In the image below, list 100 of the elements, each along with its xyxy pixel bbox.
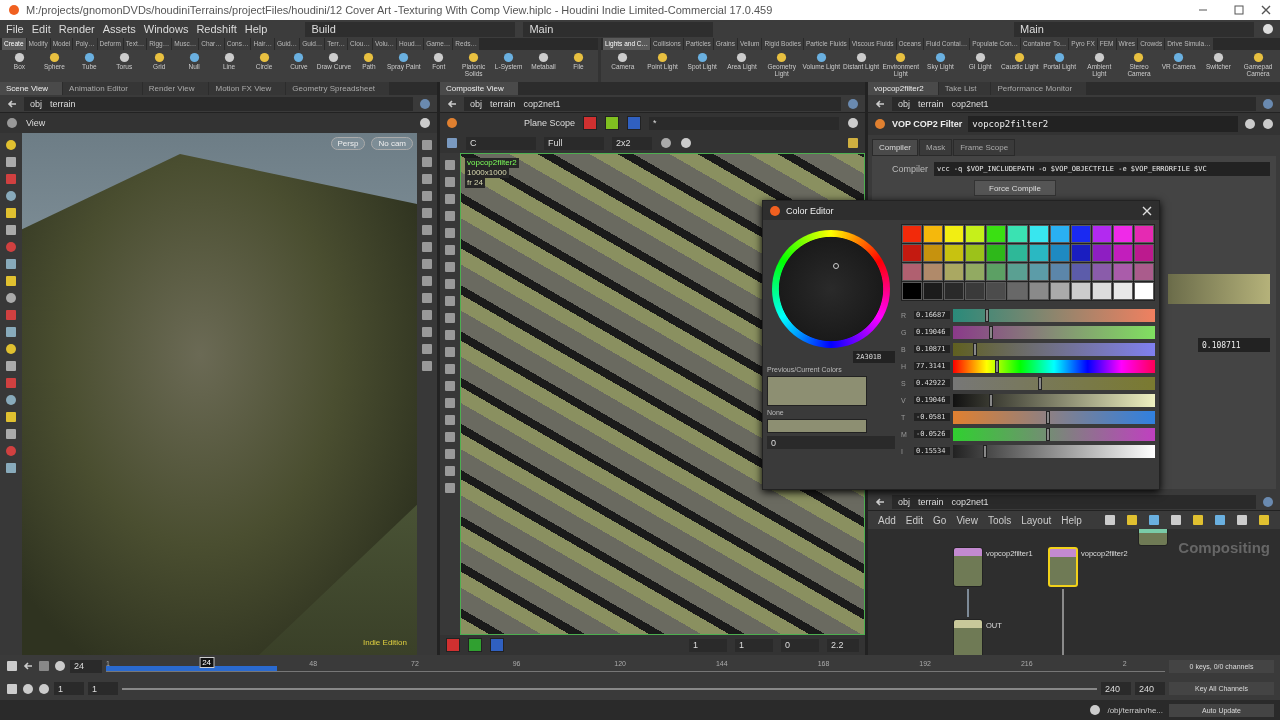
shelf-tool-icon[interactable]: [188, 52, 200, 63]
menu-item[interactable]: Help: [244, 23, 268, 35]
channel-slider[interactable]: [953, 359, 1155, 373]
tool-icon[interactable]: [5, 462, 17, 474]
color-patch[interactable]: [767, 419, 867, 433]
tool-icon[interactable]: [444, 431, 456, 443]
viewer-field[interactable]: 2.2: [827, 638, 859, 652]
channel-slider[interactable]: [953, 410, 1155, 424]
color-swatch[interactable]: [1091, 282, 1112, 300]
tool-icon[interactable]: [444, 278, 456, 290]
channel-slider[interactable]: [953, 325, 1155, 339]
tool-icon[interactable]: [444, 210, 456, 222]
color-swatch[interactable]: [1091, 244, 1112, 262]
color-swatch[interactable]: [1112, 263, 1133, 281]
slider-thumb[interactable]: [1045, 427, 1050, 441]
shelf-tool-icon[interactable]: [1054, 52, 1066, 63]
tool-icon[interactable]: [444, 380, 456, 392]
tool-icon[interactable]: [5, 292, 17, 304]
shelf-tool-icon[interactable]: [934, 52, 946, 63]
menu-item[interactable]: File: [6, 23, 24, 35]
tool-icon[interactable]: [1104, 514, 1116, 526]
shelf-tool-icon[interactable]: [363, 52, 375, 63]
tool-icon[interactable]: [847, 137, 859, 149]
tool-icon[interactable]: [5, 343, 17, 355]
pane-tab[interactable]: Animation Editor: [63, 82, 142, 95]
path-crumb[interactable]: obj: [470, 98, 482, 109]
channel-slider[interactable]: [953, 308, 1155, 322]
network-menu-item[interactable]: Add: [878, 514, 896, 526]
tool-icon[interactable]: [1148, 514, 1160, 526]
slider-thumb[interactable]: [1037, 376, 1042, 390]
color-swatch[interactable]: [1007, 263, 1028, 281]
color-swatch[interactable]: [986, 263, 1007, 281]
color-swatch[interactable]: [944, 263, 965, 281]
tool-icon[interactable]: [444, 482, 456, 494]
menu-item[interactable]: Redshift: [196, 23, 237, 35]
color-swatch[interactable]: [986, 225, 1007, 243]
color-swatch[interactable]: [1091, 225, 1112, 243]
slider-thumb[interactable]: [973, 342, 978, 356]
channel-toggle-button[interactable]: [627, 116, 641, 130]
color-swatch[interactable]: [986, 282, 1007, 300]
color-swatch[interactable]: [965, 225, 986, 243]
color-swatch[interactable]: [944, 282, 965, 300]
shelf-tool-icon[interactable]: [974, 52, 986, 63]
stop-icon[interactable]: [38, 660, 50, 673]
channel-toggle-button[interactable]: [583, 116, 597, 130]
network-menu-item[interactable]: View: [956, 514, 978, 526]
path-crumb[interactable]: terrain: [918, 496, 944, 507]
tool-icon[interactable]: [421, 258, 433, 270]
color-swatch[interactable]: [923, 225, 944, 243]
tool-icon[interactable]: [5, 275, 17, 287]
path-crumb[interactable]: cop2net1: [951, 496, 989, 507]
channel-slider[interactable]: [953, 427, 1155, 441]
color-swatch[interactable]: [1028, 282, 1049, 300]
color-swatch[interactable]: [1028, 263, 1049, 281]
pane-tab[interactable]: Take List: [938, 82, 991, 95]
path-bar[interactable]: obj terrain cop2net1: [464, 96, 841, 111]
pane-tab[interactable]: Render View: [142, 82, 209, 95]
tool-icon[interactable]: [5, 258, 17, 270]
viewer-field[interactable]: 0: [781, 638, 819, 652]
tool-icon[interactable]: [1236, 514, 1248, 526]
force-compile-button[interactable]: Force Compile: [974, 180, 1056, 196]
viewer-field[interactable]: 1: [735, 638, 773, 652]
shelf-tool-icon[interactable]: [293, 52, 305, 63]
tool-icon[interactable]: [421, 207, 433, 219]
color-swatch[interactable]: [902, 225, 923, 243]
menu-item[interactable]: Render: [58, 23, 95, 35]
color-swatch[interactable]: [1133, 263, 1154, 281]
range-field[interactable]: 240: [1101, 682, 1131, 696]
tool-icon[interactable]: [5, 428, 17, 440]
tool-icon[interactable]: [5, 326, 17, 338]
plane-field[interactable]: *: [649, 116, 839, 130]
menu-item[interactable]: Edit: [31, 23, 51, 35]
shelf-tool-icon[interactable]: [538, 52, 550, 63]
tool-icon[interactable]: [1126, 514, 1138, 526]
playhead[interactable]: 24: [199, 657, 215, 669]
path-crumb[interactable]: cop2net1: [523, 98, 561, 109]
network-menu-item[interactable]: Go: [933, 514, 947, 526]
tool-icon[interactable]: [5, 207, 17, 219]
tool-icon[interactable]: [444, 465, 456, 477]
shelf-tool-icon[interactable]: [736, 52, 748, 63]
pane-tab[interactable]: Performance Monitor: [991, 82, 1087, 95]
network-menu-item[interactable]: Tools: [987, 514, 1012, 526]
tool-icon[interactable]: [444, 227, 456, 239]
color-swatch[interactable]: [1091, 263, 1112, 281]
node-name-field[interactable]: vopcop2filter2: [968, 116, 1238, 132]
pane-tab[interactable]: Scene View: [0, 82, 63, 95]
tool-icon[interactable]: [5, 156, 17, 168]
shelf-tool-icon[interactable]: [776, 52, 788, 63]
tool-icon[interactable]: [421, 224, 433, 236]
tool-icon[interactable]: [421, 190, 433, 202]
slider-thumb[interactable]: [989, 393, 994, 407]
shelf-tool-icon[interactable]: [118, 52, 130, 63]
tool-icon[interactable]: [5, 190, 17, 202]
shelf-tool-icon[interactable]: [1133, 52, 1145, 63]
tool-icon[interactable]: [421, 343, 433, 355]
color-swatch[interactable]: [1049, 263, 1070, 281]
color-swatch[interactable]: [965, 282, 986, 300]
path-bar[interactable]: obj terrain: [24, 96, 413, 111]
color-swatch[interactable]: [1070, 244, 1091, 262]
color-swatch[interactable]: [1007, 225, 1028, 243]
